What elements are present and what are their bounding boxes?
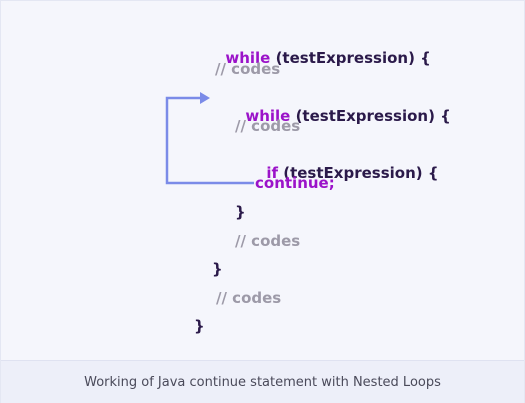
diagram-frame: while (testExpression) { // codes while … [0, 0, 525, 403]
code-area: while (testExpression) { // codes while … [1, 1, 524, 360]
inner-while-condition: (testExpression) { [290, 107, 451, 125]
outer-while-condition: (testExpression) { [270, 49, 431, 67]
continue-statement: continue; [255, 174, 335, 192]
comment-line-2: // codes [235, 117, 301, 135]
comment-line-3: // codes [235, 232, 301, 250]
arrow-head-icon [200, 92, 210, 104]
close-if-brace: } [235, 203, 246, 221]
caption-bar: Working of Java continue statement with … [1, 360, 524, 403]
close-inner-brace: } [212, 260, 223, 278]
close-outer-brace: } [194, 317, 205, 335]
comment-line-4: // codes [216, 289, 282, 307]
comment-line-1: // codes [215, 60, 281, 78]
caption-text: Working of Java continue statement with … [84, 374, 441, 390]
